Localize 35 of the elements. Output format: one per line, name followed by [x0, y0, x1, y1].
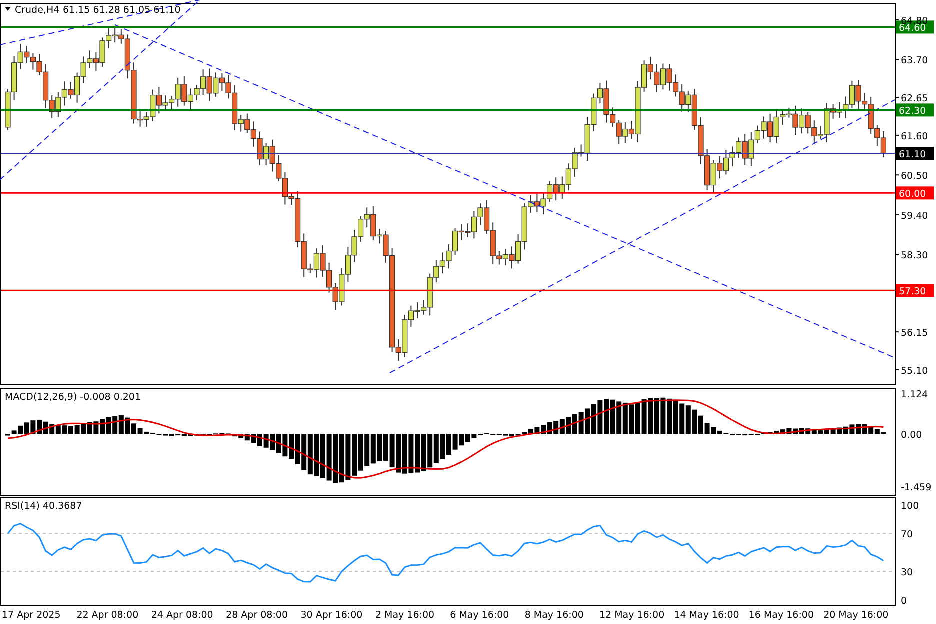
macd-axis-label: 1.124 — [901, 390, 928, 401]
rsi-axis-label: 0 — [901, 596, 908, 607]
price-level-tag: 57.30 — [896, 284, 934, 298]
ohlc-values: 61.15 61.28 61.05 61.10 — [63, 5, 181, 16]
time-axis-label: 14 May 16:00 — [674, 610, 740, 621]
time-axis-label: 16 May 16:00 — [748, 610, 814, 621]
time-axis-label: 17 Apr 2025 — [2, 610, 61, 621]
price-axis-label: 60.50 — [901, 171, 928, 182]
time-axis-label: 12 May 16:00 — [600, 610, 665, 621]
rsi-indicator-title: RSI(14) 40.3687 — [5, 501, 82, 512]
rsi-axis-label: 70 — [901, 530, 914, 540]
time-axis-label: 2 May 16:00 — [375, 610, 435, 621]
price-level-tag: 60.00 — [896, 186, 934, 200]
time-axis-label: 28 Apr 08:00 — [226, 610, 288, 621]
macd-axis-label: -1.459 — [901, 482, 932, 494]
time-axis-label: 20 May 16:00 — [824, 610, 889, 621]
price-axis-label: 61.60 — [901, 131, 928, 142]
current-price-tag: 61.10 — [896, 147, 934, 160]
macd-axis-label: 0.00 — [901, 430, 922, 441]
time-axis-label: 30 Apr 16:00 — [300, 610, 363, 621]
time-axis-label: 24 Apr 08:00 — [151, 610, 214, 621]
price-axis-label: 63.70 — [901, 56, 928, 67]
price-axis-label: 58.30 — [901, 250, 928, 262]
time-axis-label: 6 May 16:00 — [450, 610, 510, 621]
rsi-axis-label: 30 — [901, 568, 914, 578]
time-axis-label: 8 May 16:00 — [524, 610, 584, 621]
price-axis-label: 55.10 — [901, 366, 928, 377]
rsi-axis-label: 100 — [901, 501, 920, 512]
time-axis-label: 22 Apr 08:00 — [76, 610, 139, 621]
price-axis-label: 62.65 — [901, 94, 928, 105]
price-level-tag: 62.30 — [896, 104, 934, 118]
price-axis-label: 56.15 — [901, 328, 928, 340]
symbol-title: Crude,H4 — [15, 5, 60, 16]
price-axis-label: 59.40 — [901, 210, 928, 222]
macd-indicator-title: MACD(12,26,9) -0.008 0.201 — [5, 392, 142, 403]
